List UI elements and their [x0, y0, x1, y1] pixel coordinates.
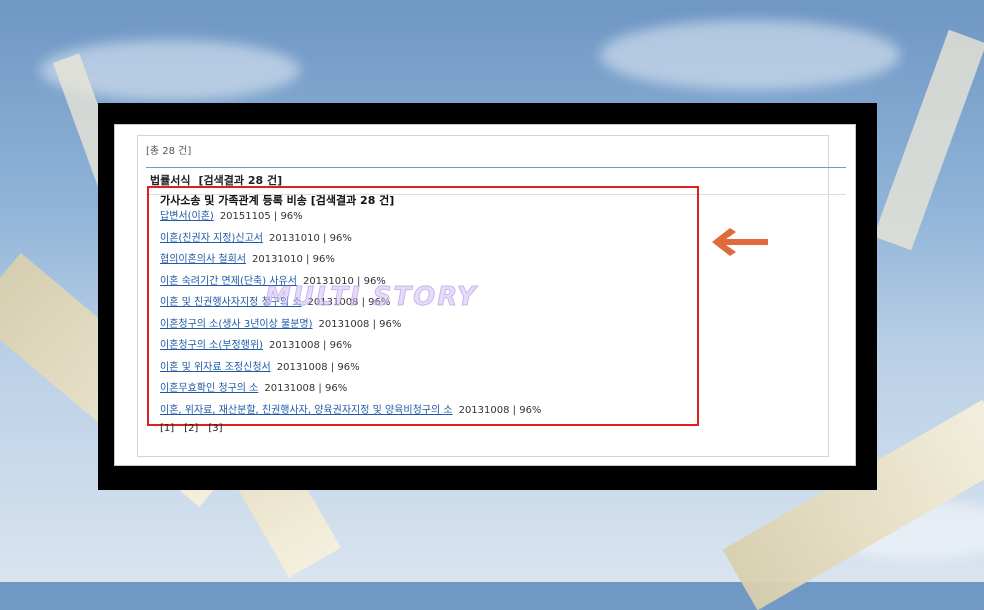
result-group-title: 가사소송 및 가족관계 등록 비송 [검색결과 28 건]	[160, 194, 395, 207]
list-item: 이혼, 위자료, 재산분할, 친권행사자, 양육권자지정 및 양육비청구의 소 2…	[160, 401, 541, 416]
total-count: [총 28 건]	[146, 146, 192, 157]
result-link[interactable]: 이혼 및 위자료 조정신청서	[160, 362, 271, 373]
list-item: 답변서(이혼) 20151105 | 96%	[160, 207, 303, 222]
left-arrow-icon	[712, 228, 768, 256]
list-item: 협의이혼의사 철회서 20131010 | 96%	[160, 250, 335, 265]
result-link[interactable]: 이혼청구의 소(생사 3년이상 불분명)	[160, 319, 313, 330]
list-item: 이혼(친권자 지정)신고서 20131010 | 96%	[160, 229, 352, 244]
page-link-1[interactable]: [1]	[160, 423, 174, 434]
result-link[interactable]: 답변서(이혼)	[160, 211, 214, 222]
list-item: 이혼무효확인 청구의 소 20131008 | 96%	[160, 379, 347, 394]
divider	[146, 167, 846, 168]
result-info: 20151105 | 96%	[219, 211, 303, 222]
page-link-2[interactable]: [2]	[184, 423, 198, 434]
result-info: 20131008 | 96%	[458, 405, 542, 416]
list-item: 이혼청구의 소(생사 3년이상 불분명) 20131008 | 96%	[160, 315, 401, 330]
result-info: 20131008 | 96%	[264, 383, 348, 394]
result-link[interactable]: 이혼, 위자료, 재산분할, 친권행사자, 양육권자지정 및 양육비청구의 소	[160, 405, 453, 416]
result-link[interactable]: 이혼청구의 소(부정행위)	[160, 340, 263, 351]
result-link[interactable]: 이혼무효확인 청구의 소	[160, 383, 258, 394]
result-link[interactable]: 협의이혼의사 철회서	[160, 254, 246, 265]
result-link[interactable]: 이혼(친권자 지정)신고서	[160, 233, 263, 244]
result-info: 20131008 | 96%	[318, 319, 402, 330]
page-link-3[interactable]: [3]	[208, 423, 222, 434]
result-info: 20131008 | 96%	[276, 362, 360, 373]
pagination: [1] [2] [3]	[160, 423, 233, 434]
result-info: 20131010 | 96%	[251, 254, 335, 265]
cloud	[600, 20, 900, 90]
list-item: 이혼청구의 소(부정행위) 20131008 | 96%	[160, 336, 352, 351]
result-info: 20131008 | 96%	[268, 340, 352, 351]
watermark: MULTI STORY	[265, 282, 478, 313]
list-item: 이혼 및 위자료 조정신청서 20131008 | 96%	[160, 358, 360, 373]
result-info: 20131010 | 96%	[268, 233, 352, 244]
